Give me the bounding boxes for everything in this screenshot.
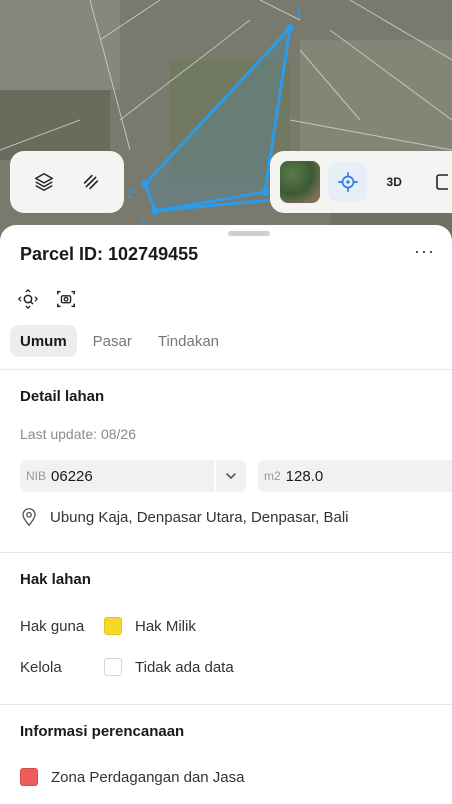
- zone-swatch: [20, 768, 38, 786]
- location-pin-icon: [22, 508, 36, 527]
- basemap-thumbnail[interactable]: [280, 161, 321, 203]
- camera-frame-icon: [57, 290, 75, 308]
- divider: [0, 552, 452, 553]
- kelola-value: Tidak ada data: [135, 658, 234, 676]
- zoom-target-icon: [18, 289, 38, 309]
- zone-text: Zona Perdagangan dan Jasa: [51, 768, 245, 786]
- layers-button[interactable]: [24, 162, 64, 202]
- last-update-text: Last update: 08/26: [20, 426, 136, 442]
- parcel-sheet: Parcel ID: 102749455 ··· Umum Pasar Tind…: [0, 225, 452, 804]
- layers-icon: [34, 173, 53, 191]
- vertex-label: 1: [295, 6, 302, 21]
- address-row: Ubung Kaja, Denpasar Utara, Denpasar, Ba…: [20, 507, 349, 527]
- divider: [0, 704, 452, 705]
- parcel-actions: [16, 287, 78, 311]
- frame-icon: [435, 174, 448, 190]
- area-field[interactable]: m2 128.0: [258, 460, 452, 492]
- nib-value: 06226: [51, 467, 93, 485]
- area-prefix: m2: [264, 469, 281, 483]
- address-text: Ubung Kaja, Denpasar Utara, Denpasar, Ba…: [50, 508, 349, 526]
- hak-guna-row: Hak guna Hak Milik: [20, 617, 196, 635]
- tab-pasar[interactable]: Pasar: [83, 325, 142, 357]
- tab-umum[interactable]: Umum: [10, 325, 77, 357]
- crosshair-icon: [337, 172, 358, 192]
- draw-icon: [83, 174, 98, 190]
- hak-section-title: Hak lahan: [20, 571, 91, 588]
- zone-row: Zona Perdagangan dan Jasa: [20, 768, 244, 786]
- screenshot-button[interactable]: [54, 287, 78, 311]
- hak-milik-swatch: [104, 617, 122, 635]
- page-title: Parcel ID: 102749455: [20, 244, 199, 264]
- tab-bar: Umum Pasar Tindakan: [10, 325, 229, 357]
- map-toolbar-right: 3D: [270, 151, 452, 213]
- draw-button[interactable]: [71, 162, 111, 202]
- more-options-button[interactable]: ···: [414, 241, 435, 262]
- locate-button[interactable]: [328, 162, 367, 202]
- hak-guna-label: Hak guna: [20, 617, 85, 635]
- divider: [0, 369, 452, 370]
- 3d-button[interactable]: 3D: [375, 162, 414, 202]
- kelola-label: Kelola: [20, 658, 62, 676]
- 3d-label: 3D: [386, 175, 402, 189]
- planning-section-title: Informasi perencanaan: [20, 723, 185, 740]
- kelola-row: Kelola Tidak ada data: [20, 658, 234, 676]
- nib-dropdown-button[interactable]: [214, 460, 246, 492]
- area-value: 128.0: [285, 467, 324, 485]
- sheet-drag-handle[interactable]: [228, 231, 270, 236]
- zoom-to-parcel-button[interactable]: [16, 287, 40, 311]
- map-toolbar-left: [10, 151, 124, 213]
- hak-guna-value: Hak Milik: [135, 617, 196, 635]
- nib-field[interactable]: NIB 06226: [20, 460, 214, 492]
- extra-button[interactable]: [421, 162, 452, 202]
- detail-section-title: Detail lahan: [20, 388, 105, 405]
- no-data-swatch: [104, 658, 122, 676]
- nib-prefix: NIB: [26, 469, 47, 483]
- tab-tindakan[interactable]: Tindakan: [148, 325, 229, 357]
- map-view[interactable]: 1 2 3 3D: [0, 0, 452, 250]
- vertex-label: 2: [127, 186, 134, 201]
- chevron-down-icon: [226, 473, 236, 480]
